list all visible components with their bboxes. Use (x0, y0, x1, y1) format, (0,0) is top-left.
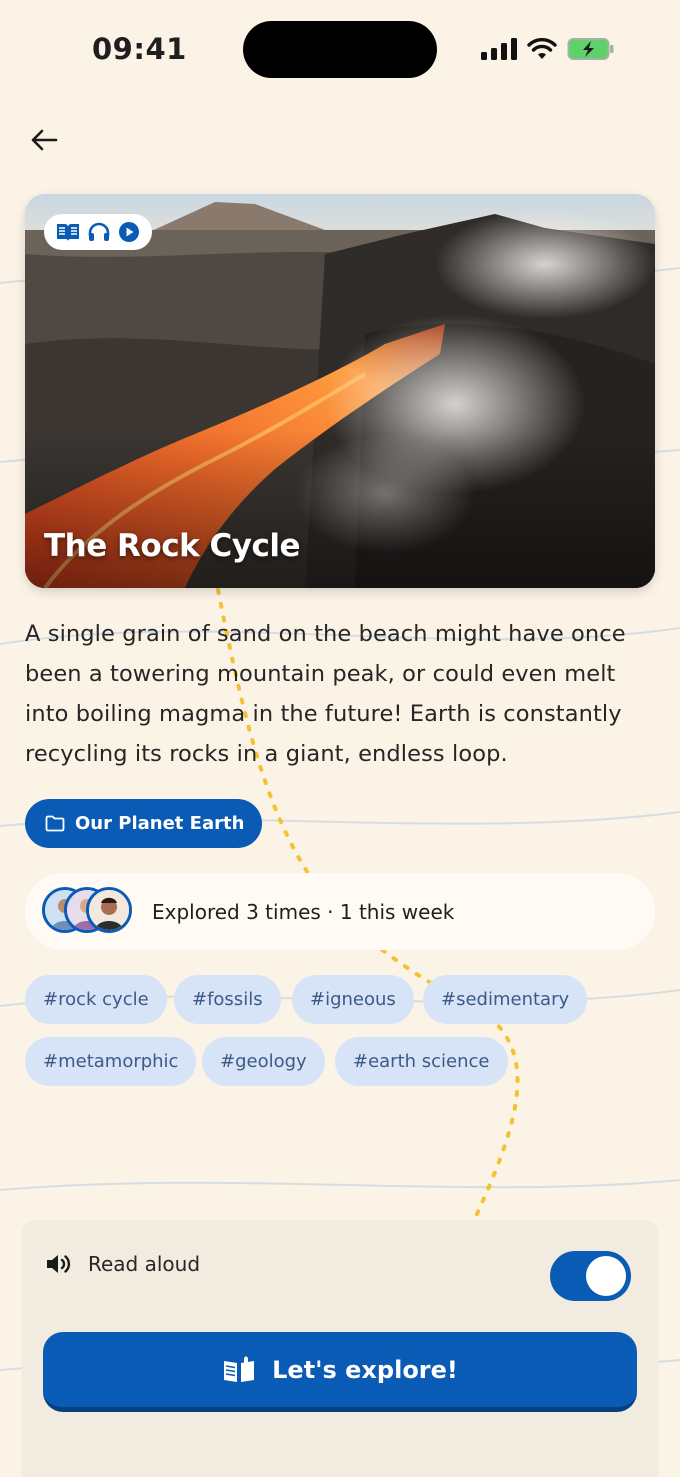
dynamic-island (243, 21, 437, 78)
toggle-knob (586, 1256, 626, 1296)
cellular-signal-icon (481, 38, 517, 60)
arrow-left-icon (31, 129, 58, 151)
lets-explore-button[interactable]: Let's explore! (43, 1332, 637, 1412)
explored-count: Explored 3 times · 1 this week (152, 899, 455, 924)
tag-chip[interactable]: #metamorphic (25, 1037, 197, 1086)
tag-chip[interactable]: #fossils (174, 975, 281, 1024)
wifi-icon (527, 38, 557, 59)
tag-chip[interactable]: #sedimentary (423, 975, 588, 1024)
headphones-icon (88, 222, 110, 241)
avatar (86, 886, 132, 933)
hero-card[interactable]: The Rock Cycle (25, 194, 655, 588)
tag-chip[interactable]: #earth science (335, 1037, 508, 1086)
collection-label: Our Planet Earth (75, 813, 245, 834)
speaker-icon (47, 1255, 71, 1273)
read-aloud-toggle[interactable] (550, 1251, 631, 1301)
tag-chip[interactable]: #igneous (292, 975, 414, 1024)
play-circle-icon (119, 222, 139, 242)
tag-chip[interactable]: #rock cycle (25, 975, 167, 1024)
explored-stats-card: Explored 3 times · 1 this week (25, 873, 655, 950)
avatar-stack (42, 886, 152, 937)
story-title: The Rock Cycle (44, 528, 300, 564)
media-type-pill (44, 214, 152, 250)
cta-label: Let's explore! (272, 1355, 458, 1384)
tag-chip[interactable]: #geology (202, 1037, 325, 1086)
folder-icon (45, 815, 65, 832)
status-icons (481, 34, 615, 64)
status-bar: 09:41 (0, 0, 680, 100)
open-book-icon (224, 1355, 255, 1382)
read-aloud-row: Read aloud (46, 1252, 200, 1276)
back-button[interactable] (22, 118, 66, 162)
read-aloud-label: Read aloud (88, 1252, 201, 1276)
status-time: 09:41 (92, 32, 187, 66)
battery-charging-icon (567, 38, 614, 60)
book-open-icon (57, 224, 79, 241)
story-description: A single grain of sand on the beach migh… (25, 621, 626, 767)
bottom-action-panel: Read aloud Let's explore! (22, 1220, 658, 1477)
collection-chip[interactable]: Our Planet Earth (25, 799, 263, 848)
